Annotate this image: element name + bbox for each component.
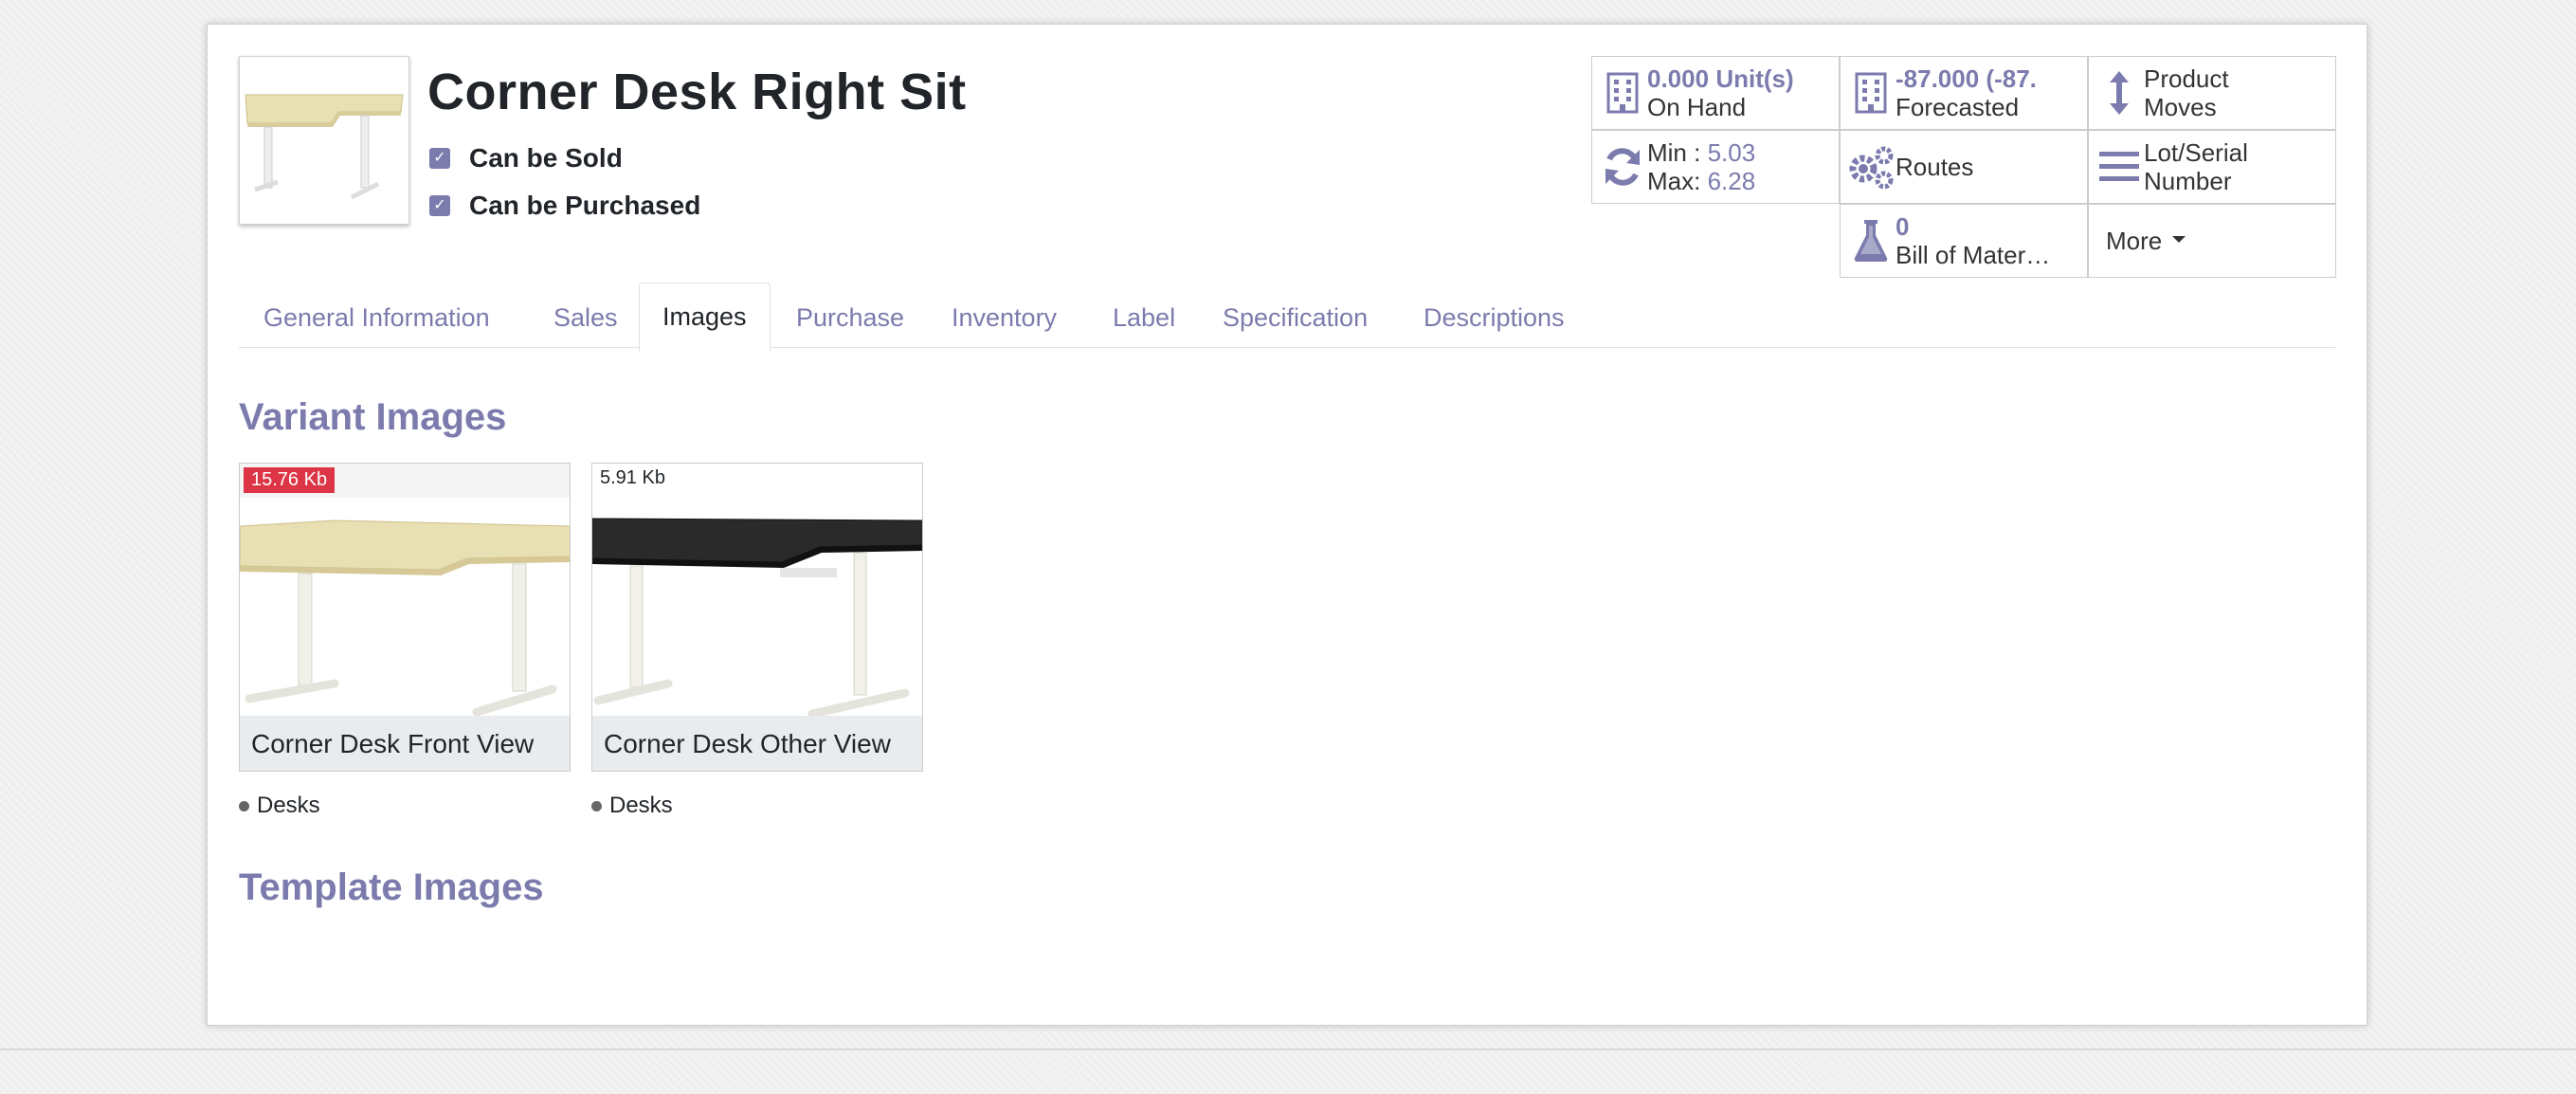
more-button[interactable]: More — [2088, 204, 2336, 278]
bom-label: Bill of Mater… — [1896, 241, 2051, 269]
desk-image-icon — [592, 518, 922, 719]
refresh-icon — [1598, 146, 1647, 188]
file-size-badge: 15.76 Kb — [244, 467, 336, 493]
tag-dot-icon — [591, 800, 602, 811]
bill-of-materials-button[interactable]: 0 Bill of Mater… — [1840, 204, 2088, 278]
tag-dot-icon — [239, 800, 249, 811]
product-moves-button[interactable]: Product Moves — [2088, 56, 2336, 130]
image-tag: Desks — [239, 793, 320, 819]
lot-serial-line1: Lot/Serial — [2144, 138, 2248, 167]
tag-label: Desks — [609, 793, 673, 818]
caret-down-icon — [2172, 235, 2186, 243]
lot-serial-button[interactable]: Lot/Serial Number — [2088, 130, 2336, 204]
file-size-label: 5.91 Kb — [600, 467, 665, 488]
image-tag: Desks — [591, 793, 673, 819]
image-caption: Corner Desk Front View — [240, 716, 570, 771]
building-icon — [1846, 72, 1896, 114]
flask-icon — [1846, 218, 1896, 264]
notebook-tabs: General Information Sales Images Purchas… — [239, 283, 2335, 352]
variant-image-card[interactable]: 15.76 Kb Corner Desk Front View — [239, 463, 571, 772]
desk-image-icon — [240, 520, 570, 717]
up-down-arrow-icon — [2095, 69, 2144, 117]
tab-sales[interactable]: Sales — [553, 292, 618, 344]
min-value: 5.03 — [1707, 138, 1756, 167]
product-moves-line2: Moves — [2144, 93, 2217, 121]
min-max-button[interactable]: Min : 5.03 Max: 6.28 — [1591, 130, 1840, 204]
building-icon — [1598, 72, 1647, 114]
more-label: More — [2106, 227, 2163, 255]
lot-serial-line2: Number — [2144, 167, 2232, 195]
tab-inventory[interactable]: Inventory — [952, 292, 1057, 344]
variant-images-title: Variant Images — [239, 396, 507, 438]
tab-general-information[interactable]: General Information — [263, 292, 490, 344]
can-be-purchased-label: Can be Purchased — [469, 191, 701, 220]
checkmark-icon[interactable]: ✓ — [429, 148, 450, 169]
can-be-sold-label: Can be Sold — [469, 143, 623, 173]
desk-thumbnail-icon — [245, 94, 404, 200]
on-hand-unit: Unit(s) — [1715, 64, 1794, 93]
bom-value: 0 — [1896, 212, 1910, 241]
forecasted-value: -87.000 — [1896, 64, 1980, 93]
on-hand-value: 0.000 — [1647, 64, 1710, 93]
can-be-purchased-checkbox[interactable]: ✓ Can be Purchased — [429, 191, 700, 221]
gears-icon — [1846, 144, 1896, 190]
stat-buttons: 0.000 Unit(s) On Hand -87.000 (-87. Fore… — [1591, 56, 2336, 280]
on-hand-button[interactable]: 0.000 Unit(s) On Hand — [1591, 56, 1840, 130]
product-name[interactable]: Corner Desk Right Sit — [427, 63, 967, 121]
on-hand-label: On Hand — [1647, 93, 1747, 121]
forecasted-label: Forecasted — [1896, 93, 2020, 121]
tab-label[interactable]: Label — [1113, 292, 1175, 344]
variant-image-card[interactable]: 5.91 Kb Corner Desk Other View — [591, 463, 923, 772]
bottom-divider — [0, 1048, 2576, 1050]
variant-image[interactable] — [240, 498, 570, 717]
product-moves-line1: Product — [2144, 64, 2229, 93]
product-form-sheet: Corner Desk Right Sit ✓ Can be Sold ✓ Ca… — [207, 24, 2367, 1026]
forecasted-unit: (-87. — [1986, 64, 2037, 93]
forecasted-button[interactable]: -87.000 (-87. Forecasted — [1840, 56, 2088, 130]
routes-button[interactable]: Routes — [1840, 130, 2088, 204]
template-images-title: Template Images — [239, 866, 544, 908]
checkmark-icon[interactable]: ✓ — [429, 195, 450, 216]
max-value: 6.28 — [1707, 167, 1756, 195]
tab-images[interactable]: Images — [639, 283, 771, 352]
tag-label: Desks — [257, 793, 320, 818]
tab-specification[interactable]: Specification — [1223, 292, 1368, 344]
routes-label: Routes — [1896, 153, 1974, 181]
variant-image[interactable] — [592, 498, 922, 719]
min-label: Min : — [1647, 138, 1701, 167]
product-image[interactable] — [239, 56, 409, 225]
tab-purchase[interactable]: Purchase — [796, 292, 904, 344]
can-be-sold-checkbox[interactable]: ✓ Can be Sold — [429, 143, 623, 173]
tab-descriptions[interactable]: Descriptions — [1424, 292, 1565, 344]
max-label: Max: — [1647, 167, 1701, 195]
bars-icon — [2095, 150, 2144, 184]
image-caption: Corner Desk Other View — [592, 716, 922, 771]
